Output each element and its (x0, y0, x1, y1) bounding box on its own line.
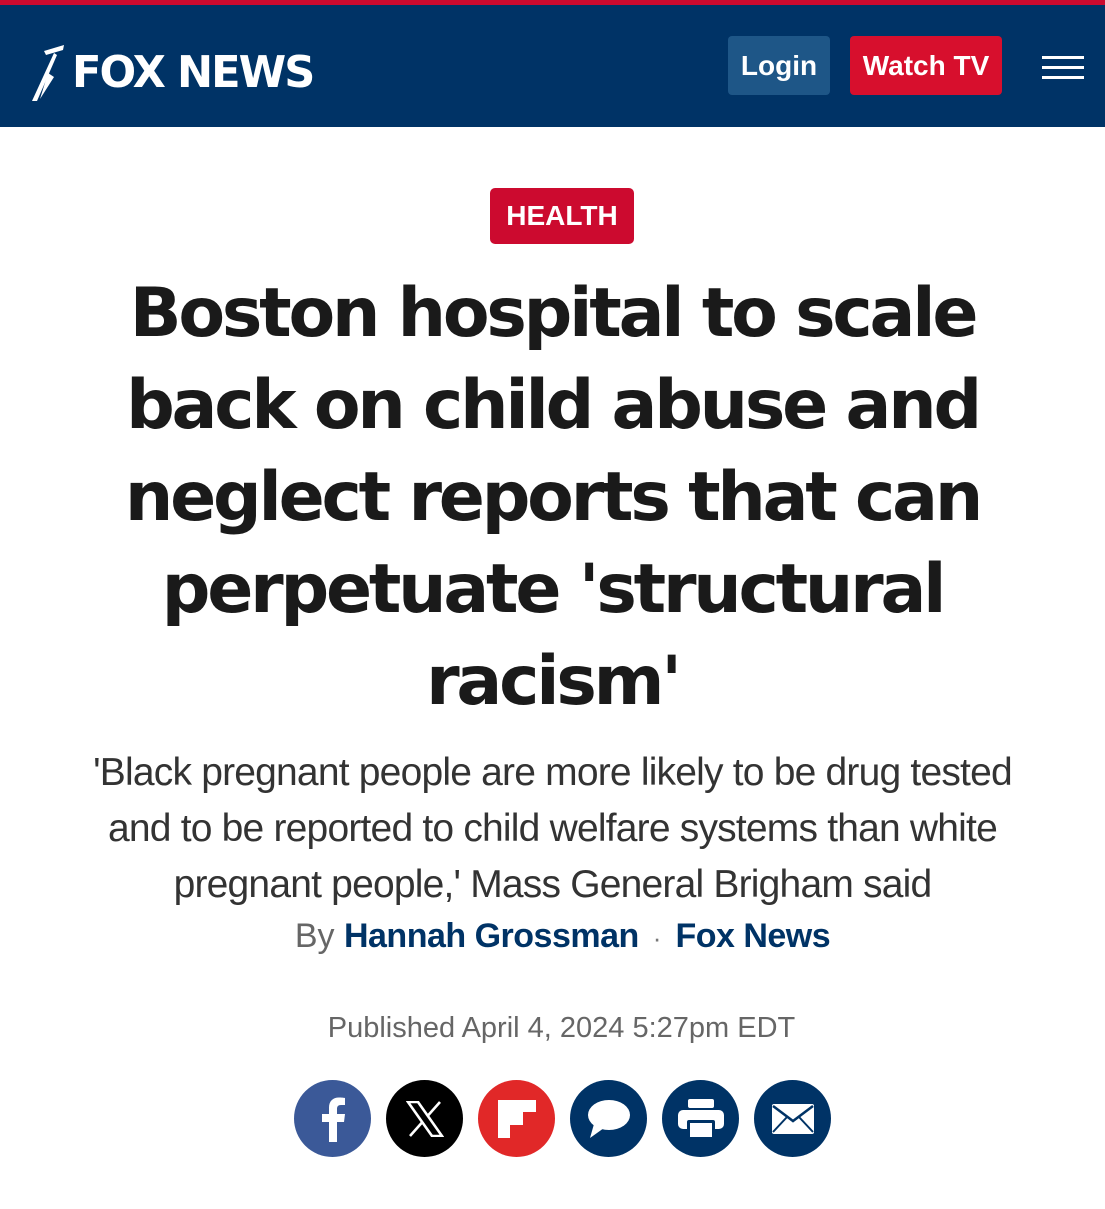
subhead-line: 'Black pregnant people are more likely t… (93, 751, 1013, 794)
fox-news-logo[interactable]: FOX NEWS (30, 43, 318, 103)
email-icon (771, 1103, 814, 1134)
print-icon (677, 1098, 724, 1138)
article-headline: Boston hospital to scale back on child ab… (90, 268, 1015, 728)
x-share-button[interactable] (386, 1080, 463, 1157)
subhead-line: and to be reported to child welfare syst… (108, 807, 998, 850)
menu-icon[interactable] (1042, 56, 1084, 80)
flipboard-share-button[interactable] (478, 1080, 555, 1157)
article-subheadline: 'Black pregnant people are more likely t… (70, 745, 1035, 913)
headline-line: back on child abuse and (126, 366, 982, 445)
login-button[interactable]: Login (728, 36, 830, 95)
fox-logo-mark-icon (32, 45, 64, 101)
author-link[interactable]: Hannah Grossman (344, 917, 639, 955)
facebook-share-button[interactable] (294, 1080, 371, 1157)
x-icon (405, 1100, 444, 1137)
email-share-button[interactable] (754, 1080, 831, 1157)
site-header: FOX NEWS Login Watch TV (0, 0, 1105, 127)
share-bar (294, 1080, 834, 1160)
headline-line: racism' (426, 642, 682, 721)
logo-text: FOX NEWS (72, 47, 315, 98)
subhead-line: pregnant people,' Mass General Brigham s… (173, 863, 933, 906)
byline-separator: · (652, 923, 662, 953)
print-button[interactable] (662, 1080, 739, 1157)
facebook-icon (321, 1097, 345, 1142)
byline: By Hannah Grossman · Fox News (0, 914, 1105, 960)
headline-line: neglect reports that can (124, 458, 983, 537)
category-badge[interactable]: HEALTH (490, 188, 634, 244)
headline-line: Boston hospital to scale (129, 274, 979, 353)
watch-tv-button[interactable]: Watch TV (850, 36, 1002, 95)
headline-line: perpetuate 'structural (161, 550, 947, 629)
comment-icon (587, 1099, 630, 1138)
byline-prefix: By (294, 917, 335, 955)
source-link[interactable]: Fox News (675, 917, 830, 955)
comment-button[interactable] (570, 1080, 647, 1157)
flipboard-icon (497, 1099, 536, 1138)
published-date: Published April 4, 2024 5:27pm EDT (327, 1012, 796, 1044)
